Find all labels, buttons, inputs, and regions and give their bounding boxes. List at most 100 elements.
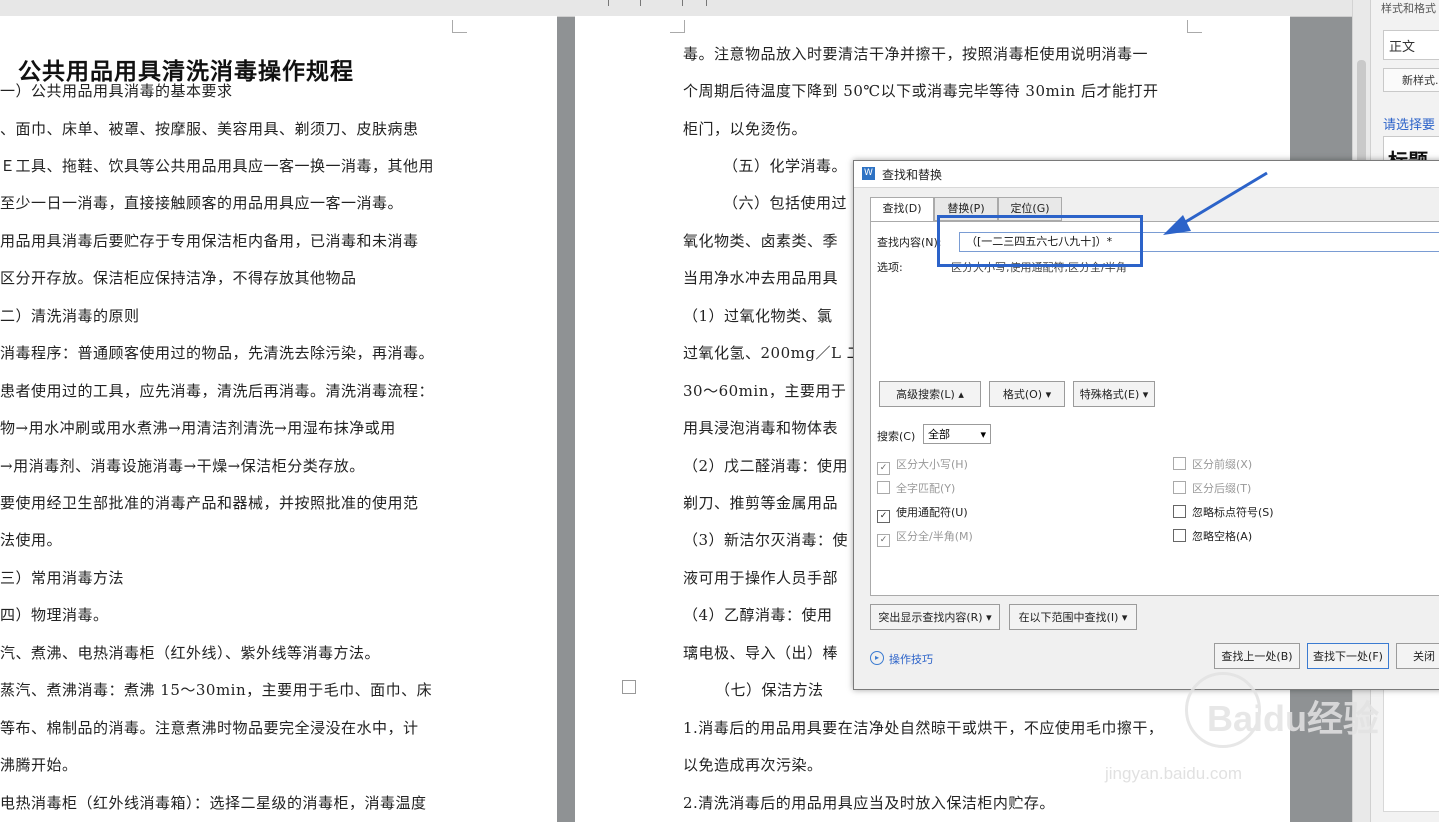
dropdown-arrow-icon: ▾: [1045, 388, 1052, 401]
document-line: 蒸汽、煮沸消毒：煮沸 15～30min，主要用于毛巾、面巾、床: [0, 681, 433, 699]
option-checkbox[interactable]: 忽略标点符号(S): [1173, 504, 1274, 520]
current-style-box[interactable]: 正文: [1383, 30, 1439, 60]
option-checkbox[interactable]: ✓ 使用通配符(U): [877, 504, 968, 523]
find-next-button[interactable]: 查找下一处(F): [1307, 643, 1389, 669]
document-line: 过氧化氢、200mg／L 二: [683, 344, 863, 362]
option-label: 全字匹配(Y): [896, 482, 956, 495]
search-label: 搜索(C): [877, 430, 916, 443]
document-line: 毒。注意物品放入时要清洁干净并擦干，按照消毒柜使用说明消毒一: [683, 45, 1149, 63]
document-line: 用品用具消毒后要贮存于专用保洁柜内备用，已消毒和未消毒: [0, 232, 419, 250]
document-line: （六）包括使用过: [723, 194, 848, 212]
ruler-bar: [0, 0, 1360, 17]
document-line: 一）公共用品用具消毒的基本要求: [0, 82, 233, 100]
option-label: 忽略标点符号(S): [1192, 506, 1274, 519]
styles-panel-header: 样式和格式: [1381, 2, 1436, 15]
close-button[interactable]: 关闭: [1396, 643, 1439, 669]
document-line: 1.消毒后的用品用具要在洁净处自然晾干或烘干，不应使用毛巾擦干，: [683, 719, 1164, 737]
document-line: 汽、煮沸、电热消毒柜（红外线）、紫外线等消毒方法。: [0, 644, 381, 662]
document-line: 消毒程序：普通顾客使用过的物品，先清洗去除污染，再消毒。: [0, 344, 435, 362]
new-style-label: 新样式...: [1402, 74, 1439, 87]
document-line: 法使用。: [0, 531, 63, 549]
option-label: 区分后缀(T): [1192, 482, 1252, 495]
document-line: 以免造成再次污染。: [683, 756, 823, 774]
document-line: 物→用水冲刷或用水煮沸→用清洁剂清洗→用湿布抹净或用: [0, 419, 396, 437]
checkbox-box: [1173, 481, 1186, 494]
checkbox-box: [1173, 505, 1186, 518]
special-format-button[interactable]: 特殊格式(E) ▾: [1073, 381, 1155, 407]
find-in-range-button[interactable]: 在以下范围中查找(I) ▾: [1009, 604, 1137, 630]
option-checkbox: 全字匹配(Y): [877, 480, 955, 496]
document-line: 液可用于操作人员手部: [683, 569, 839, 587]
dialog-titlebar[interactable]: W 查找和替换: [854, 161, 1439, 188]
document-line: 等布、棉制品的消毒。注意煮沸时物品要完全浸没在水中，计: [0, 719, 419, 737]
find-tab-pane: 查找内容(N): （[一二三四五六七八九十]）* 选项: 区分大小写,使用通配符…: [870, 221, 1439, 596]
play-tips-icon[interactable]: ▸: [870, 651, 884, 665]
ruler-tick: [608, 0, 609, 6]
paragraph-icon[interactable]: [622, 680, 636, 694]
option-label: 忽略空格(A): [1192, 530, 1253, 543]
ruler-tick: [682, 0, 683, 6]
format-button-label: 格式(O): [1002, 388, 1043, 401]
search-scope-value: 全部: [928, 428, 950, 441]
document-line: （4）乙醇消毒：使用: [683, 606, 833, 624]
find-in-range-label: 在以下范围中查找(I): [1018, 611, 1119, 624]
dropdown-arrow-icon: ▾: [1142, 388, 1149, 401]
document-line: 四）物理消毒。: [0, 606, 109, 624]
document-page-left[interactable]: 公共用品用具清洗消毒操作规程 一）公共用品用具消毒的基本要求 、面巾、床单、被罩、…: [0, 16, 557, 822]
option-checkbox: ✓ 区分全/半角(M): [877, 528, 973, 547]
highlight-results-label: 突出显示查找内容(R): [878, 611, 983, 624]
chevron-down-icon: ▾: [980, 428, 986, 441]
document-line: 用具浸泡消毒和物体表: [683, 419, 839, 437]
options-label: 选项:: [877, 261, 903, 274]
document-line: （五）化学消毒。: [723, 157, 848, 175]
format-button[interactable]: 格式(O) ▾: [989, 381, 1065, 407]
checkmark-icon: ✓: [877, 462, 890, 475]
document-line: 要使用经卫生部批准的消毒产品和器械，并按照批准的使用范: [0, 494, 419, 512]
option-checkbox: 区分前缀(X): [1173, 456, 1252, 472]
checkmark-icon: ✓: [877, 510, 890, 523]
watermark-brand: Baidu经验: [1207, 698, 1380, 739]
ruler-tick: [640, 0, 641, 6]
tips-link[interactable]: 操作技巧: [889, 651, 933, 667]
special-format-label: 特殊格式(E): [1079, 388, 1140, 401]
dialog-title: 查找和替换: [882, 168, 943, 182]
document-line: 患者使用过的工具，应先消毒，清洗后再消毒。清洗消毒流程：: [0, 382, 435, 400]
highlight-results-button[interactable]: 突出显示查找内容(R) ▾: [870, 604, 1000, 630]
annotation-highlight-box: [937, 215, 1143, 267]
document-line: 2.清洗消毒后的用品用具应当及时放入保洁柜内贮存。: [683, 794, 1055, 812]
pick-style-label: 请选择要: [1383, 118, 1436, 133]
wps-writer-icon: W: [862, 167, 875, 180]
current-style-value: 正文: [1389, 40, 1416, 55]
document-line: Ｅ工具、拖鞋、饮具等公共用品用具应一客一换一消毒，其他用: [0, 157, 435, 175]
advanced-search-button[interactable]: 高级搜索(L) ▴: [879, 381, 981, 407]
tab-find[interactable]: 查找(D): [870, 197, 934, 222]
document-line: →用消毒剂、消毒设施消毒→干燥→保洁柜分类存放。: [0, 457, 365, 475]
checkmark-icon: ✓: [877, 534, 890, 547]
document-line: 至少一日一消毒，直接接触顾客的用品用具应一客一消毒。: [0, 194, 404, 212]
document-line: 璃电极、导入（出）棒: [683, 644, 839, 662]
document-line: 电热消毒柜（红外线消毒箱）：选择二星级的消毒柜，消毒温度: [0, 794, 427, 812]
find-previous-button[interactable]: 查找上一处(B): [1214, 643, 1300, 669]
document-line: 柜门，以免烫伤。: [683, 120, 808, 138]
document-line: （七）保洁方法: [715, 681, 824, 699]
annotation-arrow: [1163, 171, 1268, 235]
document-line: 30～60min，主要用于: [683, 382, 847, 400]
search-scope-select[interactable]: 全部 ▾: [923, 424, 991, 444]
document-line: 二）清洗消毒的原则: [0, 307, 140, 325]
option-checkbox: ✓ 区分大小写(H): [877, 456, 968, 475]
option-checkbox[interactable]: 忽略空格(A): [1173, 528, 1252, 544]
option-label: 使用通配符(U): [896, 506, 968, 519]
option-label: 区分全/半角(M): [896, 530, 973, 543]
document-line: 、面巾、床单、被罩、按摩服、美容用具、剃须刀、皮肤病患: [0, 120, 419, 138]
document-line: （2）戊二醛消毒：使用: [683, 457, 849, 475]
document-line: 三）常用消毒方法: [0, 569, 125, 587]
document-line: 剃刀、推剪等金属用品: [683, 494, 839, 512]
checkbox-box: [1173, 457, 1186, 470]
document-line: 个周期后待温度下降到 50℃以下或消毒完毕等待 30min 后才能打开: [683, 82, 1159, 100]
page-corner-mark: [670, 20, 685, 33]
document-line: （3）新洁尔灭消毒：使: [683, 531, 849, 549]
document-line: 当用净水冲去用品用具: [683, 269, 839, 287]
document-line: 沸腾开始。: [0, 756, 78, 774]
new-style-button[interactable]: 新样式...: [1383, 68, 1439, 92]
document-line: 氧化物类、卤素类、季: [683, 232, 839, 250]
